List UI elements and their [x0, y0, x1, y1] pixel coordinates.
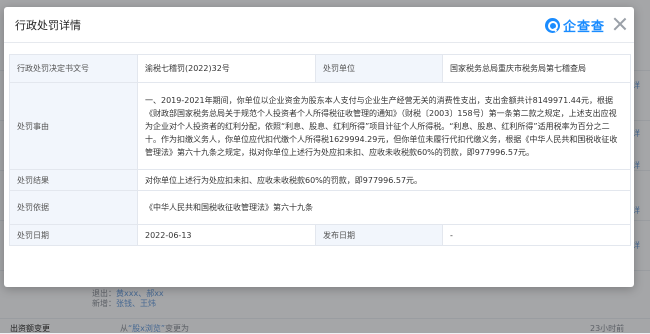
penalty-org-value: 国家税务总局重庆市税务局第七稽查局: [442, 54, 631, 83]
table-row: 处罚事由 一、2019-2021年期间，你单位以企业资金为股东本人支付与企业生产…: [9, 82, 631, 170]
publish-date-value: -: [442, 224, 631, 246]
qichacha-logo-icon: [545, 17, 560, 33]
modal-title: 行政处罚详情: [15, 19, 81, 32]
brand-name: 企查查: [563, 19, 606, 35]
penalty-detail-modal: 行政处罚详情 企查查 行政处罚决定书文号 渝税七稽罚(2022)32号 处罚单位…: [4, 7, 634, 287]
brand: 企查查: [545, 16, 606, 35]
penalty-result-value: 对你单位上述行为处应扣未扣、应收未收税款60%的罚款，即977996.57元。: [137, 169, 631, 191]
penalty-date-value: 2022-06-13: [137, 224, 316, 246]
penalty-basis-value: 《中华人民共和国税收征收管理法》第六十九条: [137, 190, 631, 225]
detail-table: 行政处罚决定书文号 渝税七稽罚(2022)32号 处罚单位 国家税务总局重庆市税…: [9, 54, 631, 246]
modal-header: 行政处罚详情 企查查: [4, 7, 634, 43]
doc-number-label: 行政处罚决定书文号: [9, 54, 138, 83]
penalty-reason-value: 一、2019-2021年期间，你单位以企业资金为股东本人支付与企业生产经营无关的…: [137, 82, 631, 170]
penalty-org-label: 处罚单位: [315, 54, 443, 83]
publish-date-label: 发布日期: [315, 224, 443, 246]
table-row: 处罚依据 《中华人民共和国税收征收管理法》第六十九条: [9, 190, 631, 225]
doc-number-value: 渝税七稽罚(2022)32号: [137, 54, 316, 83]
penalty-basis-label: 处罚依据: [9, 190, 138, 225]
table-row: 处罚日期 2022-06-13 发布日期 -: [9, 224, 631, 246]
table-row: 处罚结果 对你单位上述行为处应扣未扣、应收未收税款60%的罚款，即977996.…: [9, 169, 631, 191]
table-row: 行政处罚决定书文号 渝税七稽罚(2022)32号 处罚单位 国家税务总局重庆市税…: [9, 54, 631, 83]
penalty-result-label: 处罚结果: [9, 169, 138, 191]
penalty-reason-label: 处罚事由: [9, 82, 138, 170]
penalty-date-label: 处罚日期: [9, 224, 138, 246]
close-icon[interactable]: [613, 17, 627, 31]
